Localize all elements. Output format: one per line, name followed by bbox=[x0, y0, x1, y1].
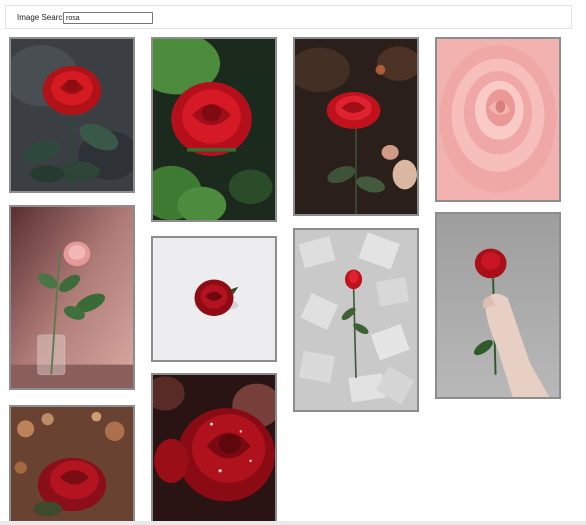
photo-pink-rose-closeup[interactable] bbox=[435, 37, 561, 202]
photo-red-rose-on-white[interactable] bbox=[151, 236, 277, 362]
photo-red-rose-green-foliage[interactable] bbox=[151, 37, 277, 222]
horizontal-scrollbar[interactable] bbox=[0, 521, 586, 525]
search-label: Image Search bbox=[17, 13, 67, 22]
photo-red-rose-dark-leaves[interactable] bbox=[9, 37, 135, 193]
photo-red-rose-dark-garden[interactable] bbox=[293, 37, 419, 216]
photo-pink-rose-in-glass-vase[interactable] bbox=[9, 205, 135, 390]
search-input[interactable] bbox=[63, 12, 153, 24]
photo-red-rose-bokeh-lights[interactable] bbox=[9, 405, 135, 523]
photo-hand-holding-red-rose[interactable] bbox=[435, 212, 561, 399]
search-bar: Image Search bbox=[5, 5, 572, 29]
photo-red-rose-water-drops[interactable] bbox=[151, 373, 277, 523]
photo-red-rose-on-book-pages[interactable] bbox=[293, 228, 419, 412]
